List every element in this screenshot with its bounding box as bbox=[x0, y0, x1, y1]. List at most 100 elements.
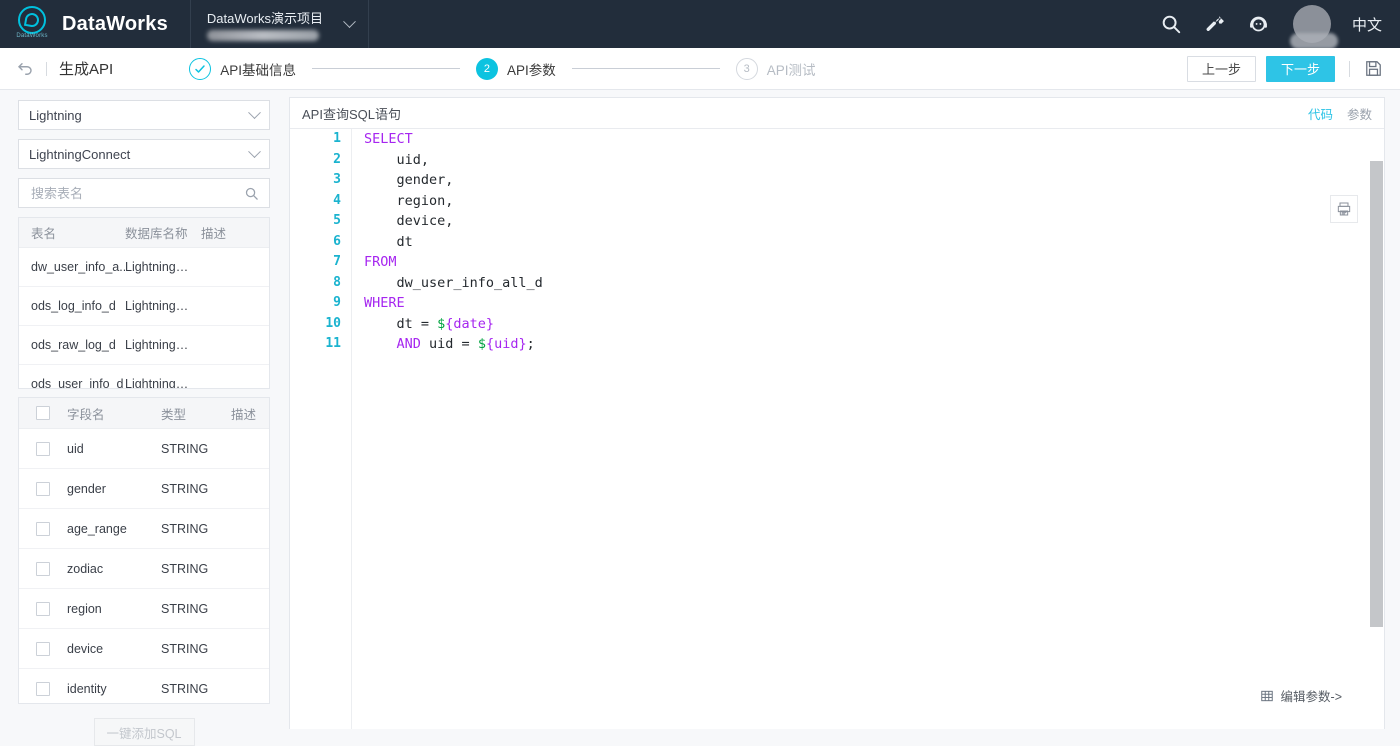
search-input[interactable] bbox=[29, 184, 229, 202]
previous-step-button[interactable]: 上一步 bbox=[1186, 55, 1256, 82]
field-row[interactable]: device STRING bbox=[19, 629, 269, 669]
editor-title: API查询SQL语句 bbox=[302, 106, 401, 122]
table-row-db: Lightning… bbox=[125, 338, 189, 352]
field-checkbox-cell[interactable] bbox=[19, 681, 67, 696]
field-checkbox[interactable] bbox=[36, 561, 50, 576]
dataworks-logo-icon: DataWorks bbox=[14, 4, 50, 44]
step-1-marker bbox=[189, 57, 212, 80]
code-line: device, bbox=[364, 213, 454, 229]
editor-scrollbar-thumb[interactable] bbox=[1370, 161, 1383, 627]
sql-editor-panel: API查询SQL语句 代码 参数 1 2 3 4 5 6 7 8 9 10 11 SELECT ui… bbox=[289, 97, 1385, 729]
actions-divider bbox=[1349, 60, 1350, 77]
datasource-type-select[interactable]: Lightning bbox=[18, 100, 270, 130]
table-row-db: Lightning… bbox=[125, 377, 189, 389]
fields-col-name: 字段名 bbox=[67, 407, 105, 422]
search-icon[interactable] bbox=[244, 186, 259, 201]
table-row-db: Lightning… bbox=[125, 299, 189, 313]
table-row[interactable]: ods_log_info_d Lightning… bbox=[19, 287, 269, 326]
avatar-name-blurred bbox=[1289, 33, 1338, 49]
line-number-gutter: 1 2 3 4 5 6 7 8 9 10 11 bbox=[290, 129, 352, 729]
line-number: 1 bbox=[333, 131, 341, 146]
brand-block[interactable]: DataWorks DataWorks bbox=[0, 0, 191, 48]
field-checkbox-cell[interactable] bbox=[19, 561, 67, 576]
datasource-name-value: LightningConnect bbox=[29, 146, 131, 162]
field-checkbox[interactable] bbox=[36, 601, 50, 616]
project-selector[interactable]: DataWorks演示项目 bbox=[191, 0, 369, 48]
edit-params-link[interactable]: 编辑参数-> bbox=[1260, 686, 1342, 705]
select-all-checkbox-cell[interactable] bbox=[19, 406, 67, 420]
field-row-name: zodiac bbox=[67, 561, 104, 576]
field-row-type: STRING bbox=[161, 641, 209, 656]
tables-list-panel: 表名 数据库名称 描述 dw_user_info_a... Lightning… o… bbox=[18, 217, 270, 389]
code-line: FROM bbox=[364, 254, 397, 270]
step-3-label: API测试 bbox=[766, 62, 816, 78]
line-number: 4 bbox=[333, 192, 341, 208]
field-row-name: uid bbox=[67, 441, 84, 456]
headset-support-icon[interactable] bbox=[1246, 11, 1272, 37]
field-checkbox[interactable] bbox=[36, 521, 50, 536]
editor-vertical-scrollbar[interactable] bbox=[1370, 161, 1383, 728]
tables-col-db: 数据库名称 bbox=[125, 227, 188, 241]
datasource-type-value: Lightning bbox=[29, 107, 82, 123]
table-search-box[interactable] bbox=[18, 178, 270, 208]
field-row[interactable]: gender STRING bbox=[19, 469, 269, 509]
field-row-type: STRING bbox=[161, 521, 209, 536]
add-sql-button[interactable]: 一键添加SQL bbox=[93, 718, 195, 746]
avatar[interactable] bbox=[1289, 2, 1338, 49]
field-checkbox-cell[interactable] bbox=[19, 521, 67, 536]
tables-col-desc: 描述 bbox=[201, 227, 227, 241]
field-row[interactable]: region STRING bbox=[19, 589, 269, 629]
fields-list-panel: 字段名 类型 描述 uid STRING gender STRING age_range… bbox=[18, 397, 270, 704]
grid-icon bbox=[1260, 689, 1274, 703]
table-row[interactable]: dw_user_info_a... Lightning… bbox=[19, 248, 269, 287]
field-row-name: gender bbox=[67, 481, 106, 496]
step-api-test[interactable]: 3 API测试 bbox=[735, 57, 816, 80]
table-row[interactable]: ods_user_info_d Lightning… bbox=[19, 365, 269, 389]
chevron-down-icon bbox=[248, 105, 261, 119]
field-checkbox[interactable] bbox=[36, 641, 50, 656]
step-2-marker: 2 bbox=[475, 57, 498, 80]
table-row-name: ods_log_info_d bbox=[31, 299, 116, 313]
field-checkbox[interactable] bbox=[36, 441, 50, 456]
code-line: uid, bbox=[364, 151, 430, 168]
field-row[interactable]: zodiac STRING bbox=[19, 549, 269, 589]
back-arrow-icon[interactable] bbox=[16, 60, 34, 78]
sub-header-actions: 上一步 下一步 bbox=[1186, 55, 1400, 82]
sub-header: 生成API API基础信息 2 API参数 3 API测试 上一步 下一步 bbox=[0, 48, 1400, 90]
tab-params[interactable]: 参数 bbox=[1347, 104, 1372, 123]
line-number: 2 bbox=[333, 151, 341, 167]
add-sql-wrap: 一键添加SQL bbox=[18, 718, 270, 746]
field-checkbox-cell[interactable] bbox=[19, 441, 67, 456]
save-icon[interactable] bbox=[1364, 59, 1384, 79]
table-row[interactable]: ods_raw_log_d Lightning… bbox=[19, 326, 269, 365]
field-checkbox[interactable] bbox=[36, 481, 50, 496]
step-api-params[interactable]: 2 API参数 bbox=[475, 57, 556, 80]
field-checkbox[interactable] bbox=[36, 681, 50, 696]
step-api-basic-info[interactable]: API基础信息 bbox=[189, 57, 296, 80]
field-row-type: STRING bbox=[161, 681, 209, 696]
wrench-icon[interactable] bbox=[1202, 11, 1228, 37]
field-checkbox-cell[interactable] bbox=[19, 481, 67, 496]
table-row-name: dw_user_info_a... bbox=[31, 260, 125, 274]
sql-code-content[interactable]: SELECT uid, gender, region, device, dt FR… bbox=[352, 129, 1384, 729]
field-row-name: identity bbox=[67, 681, 107, 696]
field-checkbox-cell[interactable] bbox=[19, 641, 67, 656]
field-row[interactable]: uid STRING bbox=[19, 429, 269, 469]
select-all-checkbox[interactable] bbox=[36, 406, 50, 420]
step-3-marker: 3 bbox=[735, 57, 758, 80]
search-icon[interactable] bbox=[1158, 11, 1184, 37]
code-line: dw_user_info_all_d bbox=[364, 274, 543, 291]
step-indicator: API基础信息 2 API参数 3 API测试 bbox=[189, 57, 816, 80]
next-step-button[interactable]: 下一步 bbox=[1265, 55, 1335, 82]
field-row[interactable]: age_range STRING bbox=[19, 509, 269, 549]
chevron-down-icon bbox=[248, 144, 261, 158]
tab-code[interactable]: 代码 bbox=[1308, 104, 1333, 123]
format-sql-icon[interactable] bbox=[1330, 195, 1358, 223]
code-line: WHERE bbox=[364, 295, 405, 311]
language-switcher[interactable]: 中文 bbox=[1352, 14, 1382, 35]
code-line: gender, bbox=[364, 172, 454, 188]
datasource-name-select[interactable]: LightningConnect bbox=[18, 139, 270, 169]
field-row[interactable]: identity STRING bbox=[19, 669, 269, 703]
editor-body[interactable]: 1 2 3 4 5 6 7 8 9 10 11 SELECT uid, gender, region… bbox=[290, 129, 1384, 729]
field-checkbox-cell[interactable] bbox=[19, 601, 67, 616]
